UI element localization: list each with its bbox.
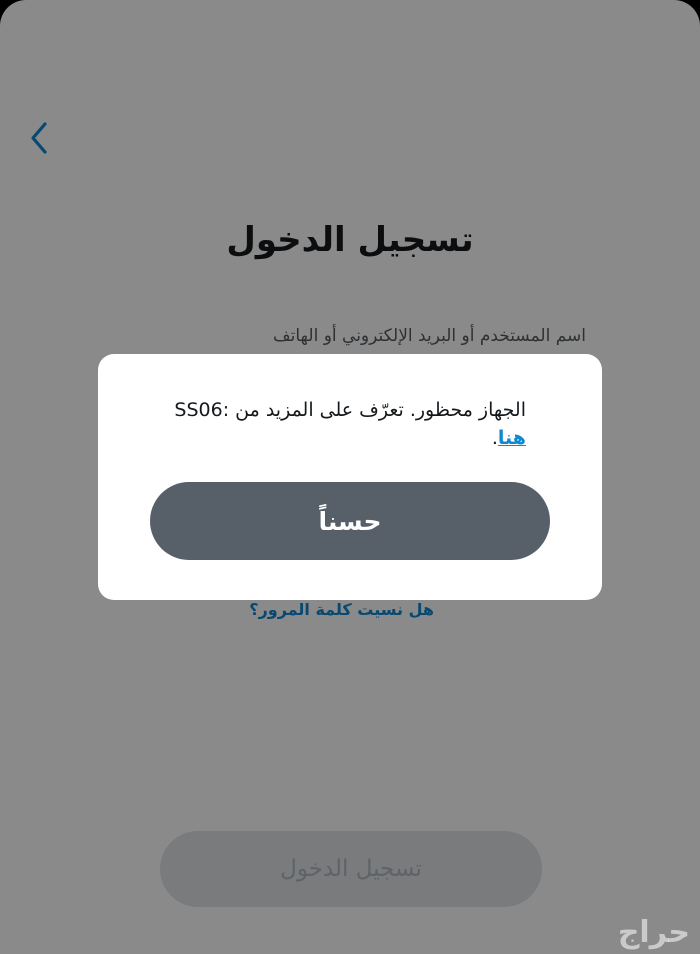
ok-button[interactable]: حسناً	[150, 482, 550, 560]
learn-more-link[interactable]: هنا	[498, 427, 526, 449]
error-dialog: الجهاز محظور. تعرّف على المزيد من SS06: …	[98, 354, 602, 600]
dialog-message: الجهاز محظور. تعرّف على المزيد من SS06: …	[138, 396, 526, 452]
watermark-logo: حراج	[617, 915, 690, 950]
error-code: SS06:	[174, 399, 230, 421]
message-prefix: الجهاز محظور. تعرّف على المزيد من	[235, 399, 526, 421]
